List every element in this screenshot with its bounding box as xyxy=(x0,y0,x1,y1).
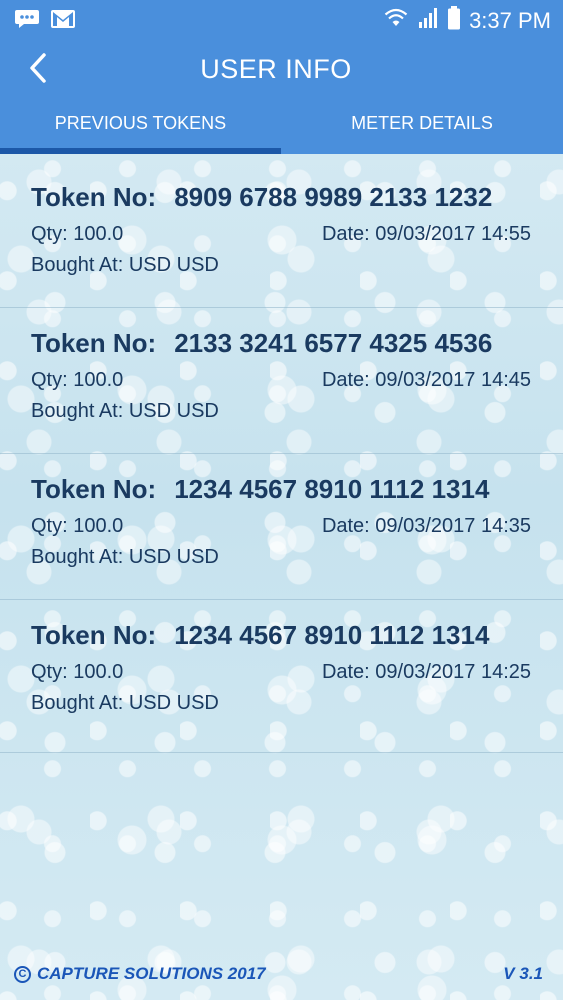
tab-previous-tokens[interactable]: PREVIOUS TOKENS xyxy=(0,104,281,154)
token-number-row: Token No: 1234 4567 8910 1112 1314 xyxy=(31,620,489,651)
copyright: C CAPTURE SOLUTIONS 2017 xyxy=(14,964,266,984)
token-label: Token No: xyxy=(31,620,157,650)
status-bar: 3:37 PM xyxy=(0,0,563,40)
token-label: Token No: xyxy=(31,328,157,358)
token-bought-at: Bought At: USD USD xyxy=(31,254,219,276)
list-item[interactable]: Token No: 1234 4567 8910 1112 1314 Qty: 1… xyxy=(0,454,563,600)
battery-icon xyxy=(447,5,461,36)
token-qty: Qty: 100.0 xyxy=(31,661,124,683)
token-bought-at: Bought At: USD USD xyxy=(31,546,219,568)
token-number: 1234 4567 8910 1112 1314 xyxy=(174,620,490,650)
token-date: Date: 09/03/2017 14:35 xyxy=(321,515,531,537)
token-qty: Qty: 100.0 xyxy=(31,223,124,245)
token-label: Token No: xyxy=(31,182,157,212)
token-number-row: Token No: 8909 6788 9989 2133 1232 xyxy=(31,182,492,213)
copyright-text: CAPTURE SOLUTIONS 2017 xyxy=(37,964,266,983)
gmail-icon xyxy=(50,8,76,28)
token-qty: Qty: 100.0 xyxy=(31,369,124,391)
list-item[interactable]: Token No: 1234 4567 8910 1112 1314 Qty: 1… xyxy=(0,600,563,753)
token-date: Date: 09/03/2017 14:55 xyxy=(321,223,531,245)
tab-meter-details[interactable]: METER DETAILS xyxy=(281,104,563,154)
tab-label: PREVIOUS TOKENS xyxy=(54,113,227,133)
app-header: USER INFO PREVIOUS TOKENS METER DETAILS xyxy=(0,40,563,154)
list-item[interactable]: Token No: 2133 3241 6577 4325 4536 Qty: 1… xyxy=(0,308,563,454)
list-item[interactable]: Token No: 8909 6788 9989 2133 1232 Qty: 1… xyxy=(0,162,563,308)
message-icon xyxy=(14,8,40,28)
token-list: Token No: 8909 6788 9989 2133 1232 Qty: 1… xyxy=(0,162,563,753)
token-number: 8909 6788 9989 2133 1232 xyxy=(174,182,493,212)
token-qty: Qty: 100.0 xyxy=(31,515,124,537)
token-date: Date: 09/03/2017 14:45 xyxy=(321,369,531,391)
notification-icons xyxy=(14,8,76,28)
token-bought-at: Bought At: USD USD xyxy=(31,400,219,422)
token-date: Date: 09/03/2017 14:25 xyxy=(321,661,531,683)
version-label: V 3.1 xyxy=(503,964,543,983)
system-status: 3:37 PM xyxy=(383,5,551,36)
copyright-icon: C xyxy=(14,965,31,983)
token-bought-at: Bought At: USD USD xyxy=(31,692,219,714)
token-label: Token No: xyxy=(31,474,157,504)
token-number-row: Token No: 1234 4567 8910 1112 1314 xyxy=(31,474,489,505)
tab-label: METER DETAILS xyxy=(351,113,493,133)
status-time: 3:37 PM xyxy=(469,7,551,33)
token-number: 1234 4567 8910 1112 1314 xyxy=(174,474,490,504)
wifi-icon xyxy=(383,6,409,35)
signal-icon xyxy=(417,6,439,35)
token-number-row: Token No: 2133 3241 6577 4325 4536 xyxy=(31,328,492,359)
footer: C CAPTURE SOLUTIONS 2017 V 3.1 xyxy=(0,960,563,990)
token-number: 2133 3241 6577 4325 4536 xyxy=(174,328,493,358)
tab-bar: PREVIOUS TOKENS METER DETAILS xyxy=(0,104,563,154)
page-title: USER INFO xyxy=(200,54,352,84)
